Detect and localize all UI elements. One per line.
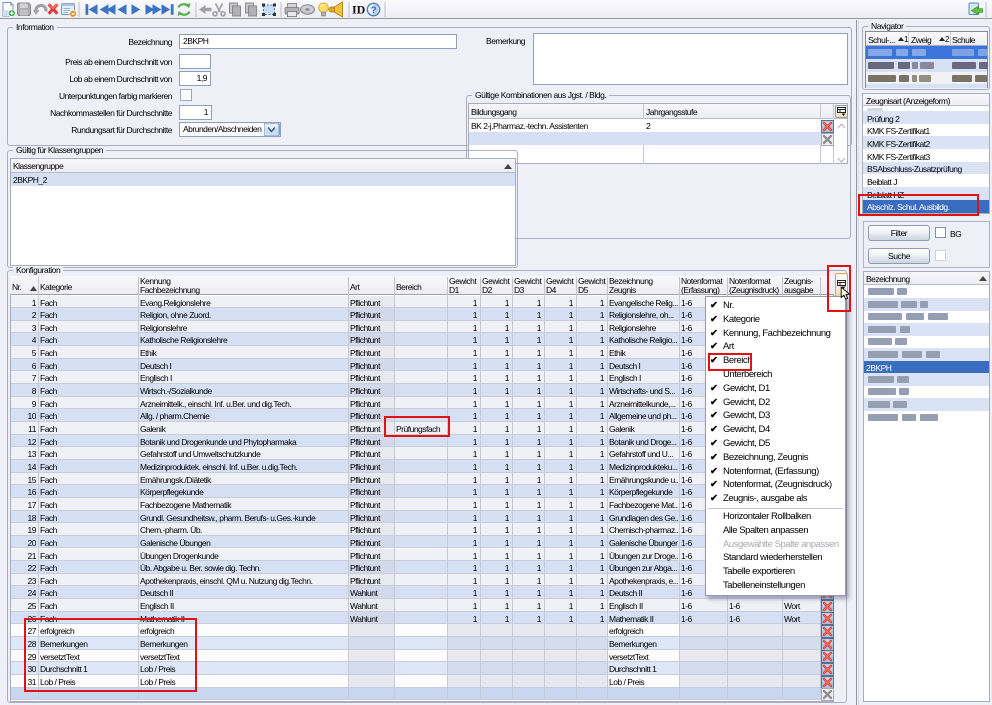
svg-text:?: ?	[371, 5, 377, 16]
svg-text:ID: ID	[352, 3, 366, 17]
